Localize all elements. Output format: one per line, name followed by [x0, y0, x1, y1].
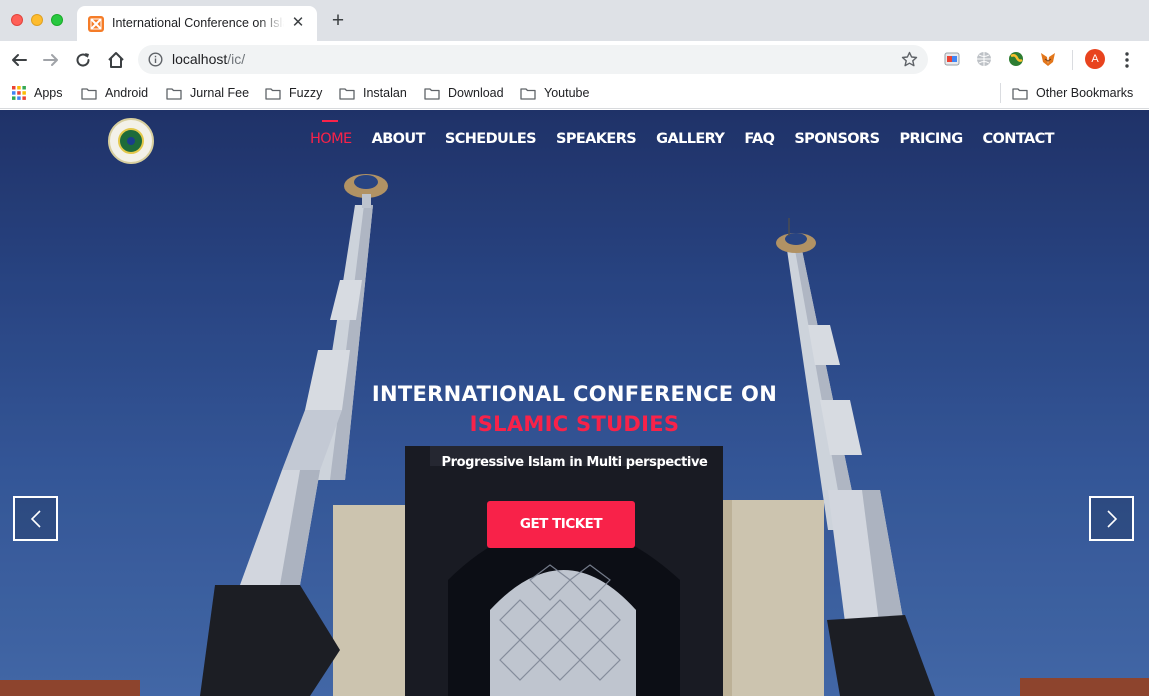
bookmark-label: Youtube — [544, 86, 590, 100]
home-button[interactable] — [105, 49, 127, 71]
url-path: /ic/ — [227, 51, 246, 67]
logo-emblem — [118, 128, 144, 154]
bookmark-folder-jurnal-fee[interactable]: Jurnal Fee — [166, 84, 249, 102]
new-tab-button[interactable]: + — [328, 10, 348, 31]
tab-title: International Conference on Islamic Stud… — [112, 16, 284, 30]
info-icon[interactable] — [148, 52, 163, 67]
browser-toolbar: localhost/ic/ A — [0, 41, 1149, 78]
chevron-right-icon — [1106, 509, 1117, 528]
maximize-window-button[interactable] — [51, 14, 63, 26]
hero-title-highlight: ISLAMIC STUDIES — [469, 412, 680, 436]
bookmark-label: Apps — [34, 86, 63, 100]
get-ticket-button[interactable]: GET TICKET — [487, 501, 635, 548]
bookmark-folder-download[interactable]: Download — [424, 84, 504, 102]
bookmark-label: Jurnal Fee — [190, 86, 250, 100]
bookmark-folder-fuzzy[interactable]: Fuzzy — [265, 84, 322, 102]
bookmark-label: Fuzzy — [289, 86, 323, 100]
bookmarks-bar: Apps Android Jurnal Fee Fuzzy Instalan D… — [0, 78, 1149, 109]
active-tab[interactable]: International Conference on Islamic Stud… — [77, 6, 317, 41]
bookmark-folder-youtube[interactable]: Youtube — [520, 84, 589, 102]
main-navigation: HOME ABOUT SCHEDULES SPEAKERS GALLERY FA… — [310, 120, 1055, 147]
toolbar-separator — [1072, 50, 1073, 70]
bookmark-label: Download — [448, 86, 504, 100]
bookmark-label: Android — [105, 86, 149, 100]
close-window-button[interactable] — [11, 14, 23, 26]
extension-globe-icon[interactable] — [975, 50, 993, 68]
minimize-window-button[interactable] — [31, 14, 43, 26]
bookmark-label: Other Bookmarks — [1036, 86, 1134, 100]
nav-faq[interactable]: FAQ — [744, 131, 775, 147]
bookmarks-separator — [1000, 83, 1001, 103]
folder-icon — [166, 87, 182, 100]
back-button[interactable] — [8, 49, 30, 71]
browser-menu-icon[interactable] — [1119, 49, 1135, 71]
reload-button[interactable] — [72, 49, 94, 71]
university-logo[interactable] — [108, 118, 154, 164]
carousel-prev-button[interactable] — [13, 496, 58, 541]
bookmark-apps[interactable]: Apps — [12, 84, 63, 102]
nav-gallery[interactable]: GALLERY — [656, 131, 725, 147]
hero-title: INTERNATIONAL CONFERENCE ON — [371, 382, 778, 406]
carousel-next-button[interactable] — [1089, 496, 1134, 541]
bookmark-folder-other[interactable]: Other Bookmarks — [1012, 84, 1133, 102]
bookmark-folder-android[interactable]: Android — [81, 84, 148, 102]
hero-section: HOME ABOUT SCHEDULES SPEAKERS GALLERY FA… — [0, 110, 1149, 696]
nav-home[interactable]: HOME — [310, 120, 352, 147]
extension-earth-icon[interactable] — [1007, 50, 1025, 68]
extension-gallery-icon[interactable] — [943, 50, 961, 68]
chevron-left-icon — [30, 509, 41, 528]
logo-core — [127, 137, 135, 145]
extension-metamask-icon[interactable] — [1039, 50, 1057, 68]
nav-pricing[interactable]: PRICING — [899, 131, 963, 147]
folder-icon — [265, 87, 281, 100]
forward-button[interactable] — [40, 49, 62, 71]
xampp-favicon-icon — [88, 16, 104, 32]
tab-strip: International Conference on Islamic Stud… — [0, 0, 1149, 41]
close-tab-icon[interactable]: ✕ — [289, 14, 307, 32]
folder-icon — [81, 87, 97, 100]
apps-grid-icon — [12, 86, 26, 100]
folder-icon — [1012, 87, 1028, 100]
address-bar[interactable]: localhost/ic/ — [138, 45, 928, 74]
folder-icon — [520, 87, 536, 100]
nav-speakers[interactable]: SPEAKERS — [556, 131, 637, 147]
folder-icon — [424, 87, 440, 100]
nav-contact[interactable]: CONTACT — [983, 131, 1055, 147]
nav-about[interactable]: ABOUT — [372, 131, 426, 147]
nav-sponsors[interactable]: SPONSORS — [794, 131, 880, 147]
url-text: localhost/ic/ — [172, 51, 245, 67]
hero-subtitle: Progressive Islam in Multi perspective — [441, 455, 708, 470]
profile-avatar[interactable]: A — [1085, 49, 1105, 69]
bookmark-star-icon[interactable] — [901, 51, 918, 68]
nav-schedules[interactable]: SCHEDULES — [445, 131, 537, 147]
url-host: localhost — [172, 51, 228, 67]
bookmark-folder-instalan[interactable]: Instalan — [339, 84, 407, 102]
folder-icon — [339, 87, 355, 100]
bookmark-label: Instalan — [363, 86, 407, 100]
